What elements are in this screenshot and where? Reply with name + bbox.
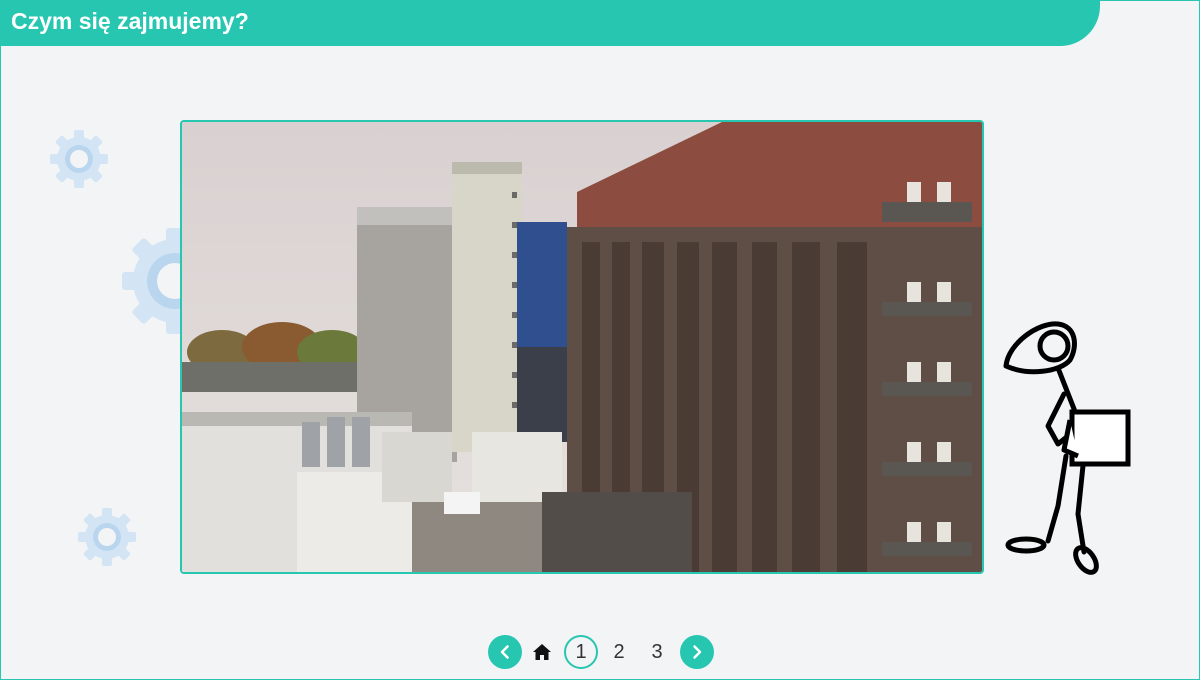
pagination: 1 2 3 <box>488 635 714 669</box>
home-button[interactable] <box>522 635 562 669</box>
prev-page-button[interactable] <box>488 635 522 669</box>
page-2-button[interactable]: 2 <box>600 635 638 669</box>
chevron-left-icon <box>500 645 509 659</box>
gear-icon <box>78 508 136 566</box>
page-3-button[interactable]: 3 <box>638 635 676 669</box>
factory-illustration <box>182 122 982 572</box>
header-bar: Czym się zajmujemy? <box>0 0 1100 46</box>
factory-photo[interactable] <box>180 120 984 574</box>
chevron-right-icon <box>693 645 702 659</box>
page-title: Czym się zajmujemy? <box>11 8 249 34</box>
page-1-button[interactable]: 1 <box>564 635 598 669</box>
stick-figure-illustration <box>1003 321 1131 575</box>
next-page-button[interactable] <box>680 635 714 669</box>
home-icon <box>533 644 551 660</box>
gear-icon <box>50 130 108 188</box>
